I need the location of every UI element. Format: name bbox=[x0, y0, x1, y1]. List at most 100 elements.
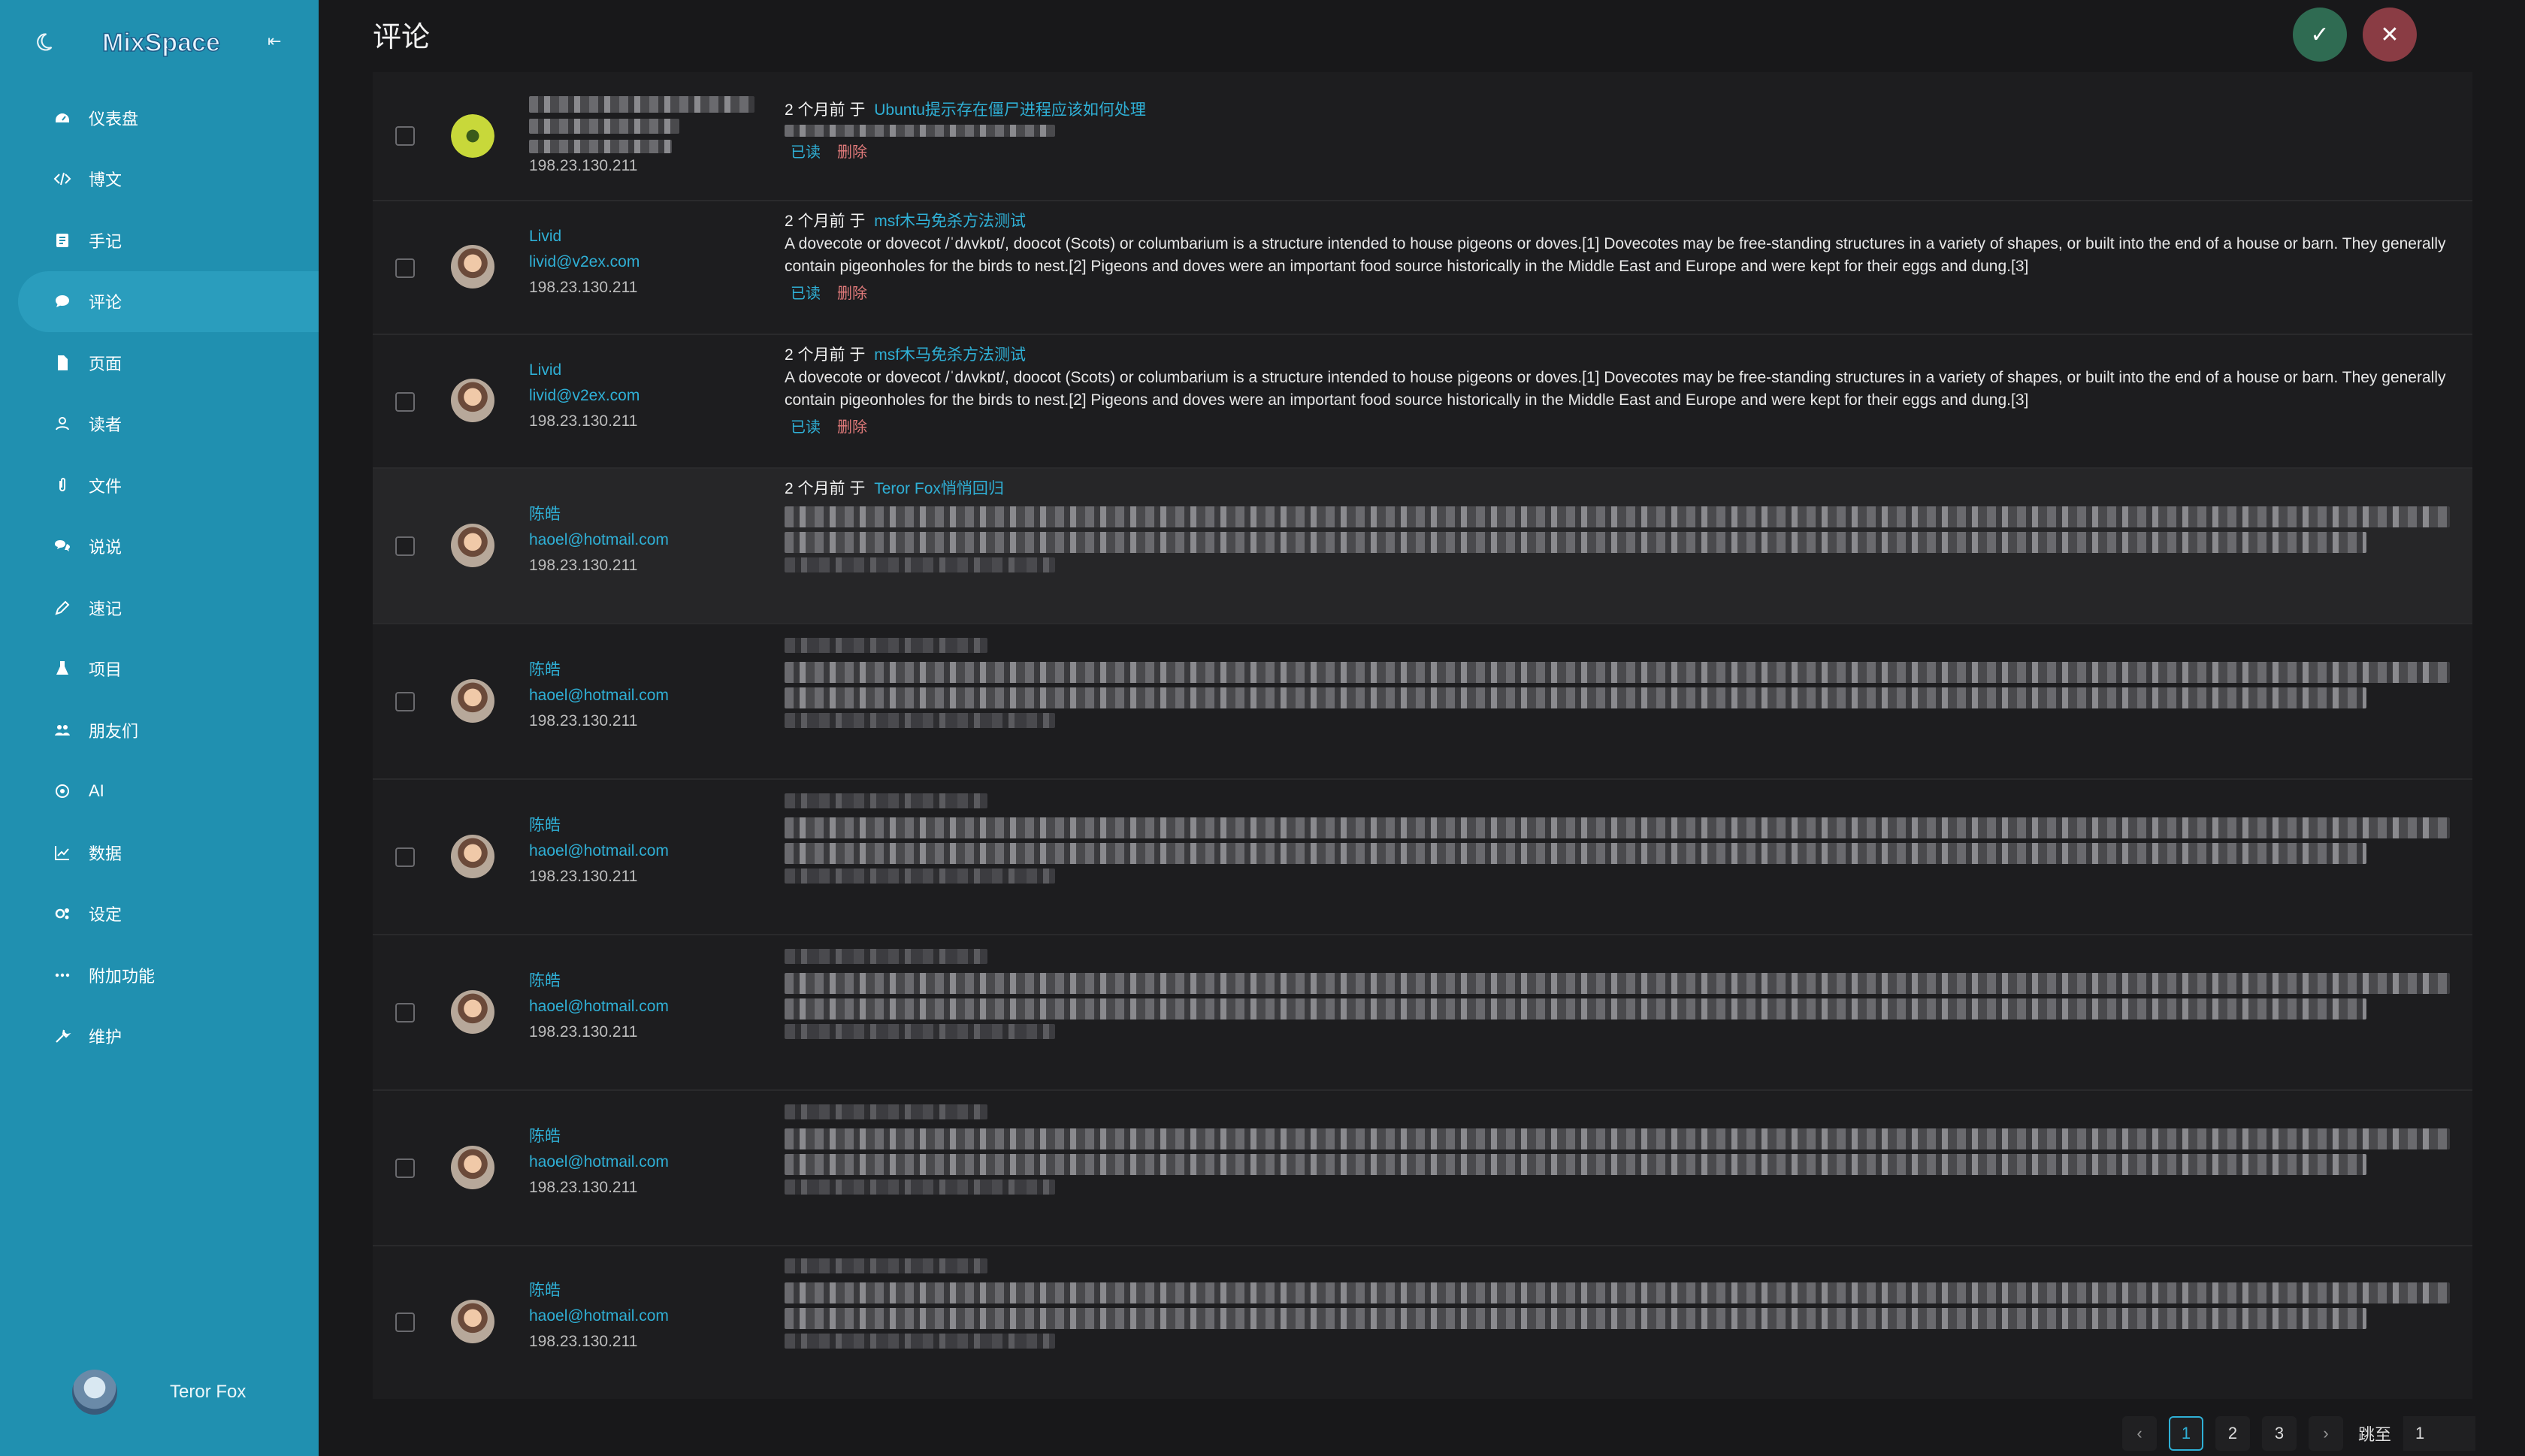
comment-text-redacted bbox=[785, 687, 2367, 708]
author-email[interactable]: haoel@hotmail.com bbox=[529, 683, 669, 708]
mark-read-button[interactable]: 已读 bbox=[791, 419, 821, 436]
mark-read-button[interactable]: 已读 bbox=[791, 285, 821, 302]
wrench-icon bbox=[53, 1026, 72, 1046]
author-name[interactable]: 陈皓 bbox=[529, 657, 669, 683]
comment-content: 2 个月前 于 msf木马免杀方法测试 A dovecote or doveco… bbox=[785, 210, 2450, 305]
comment-list: 198.23.130.211 2 个月前 于 Ubuntu提示存在僵尸进程应该如… bbox=[373, 72, 2472, 1399]
sidebar-nav: 仪表盘 博文 手记 评论 页面 读者 文件 说说 速记 项目 朋友们 AI 数据… bbox=[18, 87, 319, 1067]
sidebar-item-label: 文件 bbox=[89, 476, 122, 496]
sidebar-item-readers[interactable]: 读者 bbox=[18, 394, 319, 455]
sidebar-item-data[interactable]: 数据 bbox=[18, 822, 319, 884]
author-email[interactable]: haoel@hotmail.com bbox=[529, 1303, 669, 1329]
row-checkbox[interactable] bbox=[395, 847, 415, 867]
sidebar-item-label: AI bbox=[89, 781, 104, 801]
comment-post-link[interactable]: msf木马免杀方法测试 bbox=[874, 346, 1026, 364]
sidebar-item-dashboard[interactable]: 仪表盘 bbox=[18, 87, 319, 149]
jump-input[interactable] bbox=[2403, 1416, 2476, 1451]
delete-button[interactable]: 删除 bbox=[837, 419, 867, 436]
comment-header-redacted bbox=[785, 793, 987, 808]
comment-header-redacted bbox=[785, 1104, 987, 1119]
author-email[interactable]: haoel@hotmail.com bbox=[529, 1149, 669, 1175]
flask-icon bbox=[53, 659, 72, 678]
collapse-sidebar-icon[interactable]: ⇤ bbox=[268, 33, 284, 50]
comment-post-link[interactable]: msf木马免杀方法测试 bbox=[874, 213, 1026, 230]
sidebar-item-label: 手记 bbox=[89, 231, 122, 251]
sidebar-item-notes[interactable]: 手记 bbox=[18, 210, 319, 271]
sidebar-item-projects[interactable]: 项目 bbox=[18, 639, 319, 700]
sidebar-item-friends[interactable]: 朋友们 bbox=[18, 699, 319, 761]
sidebar-item-files[interactable]: 文件 bbox=[18, 455, 319, 516]
author-name[interactable]: Livid bbox=[529, 224, 640, 249]
delete-button[interactable]: 删除 bbox=[837, 144, 867, 161]
sidebar-item-recent[interactable]: 速记 bbox=[18, 577, 319, 639]
prev-page-button[interactable]: ‹ bbox=[2122, 1416, 2157, 1451]
author-email[interactable]: livid@v2ex.com bbox=[529, 249, 640, 275]
sidebar-item-posts[interactable]: 博文 bbox=[18, 149, 319, 210]
avatar bbox=[451, 679, 494, 723]
sidebar-item-maintenance[interactable]: 维护 bbox=[18, 1006, 319, 1068]
sidebar-item-label: 评论 bbox=[89, 293, 122, 313]
dashboard-icon bbox=[53, 108, 72, 128]
sidebar-item-pages[interactable]: 页面 bbox=[18, 332, 319, 394]
chevron-left-icon: ‹ bbox=[2136, 1424, 2142, 1442]
comment-post-link[interactable]: Ubuntu提示存在僵尸进程应该如何处理 bbox=[874, 101, 1146, 119]
author-email[interactable]: haoel@hotmail.com bbox=[529, 838, 669, 864]
comment-row: 陈皓 haoel@hotmail.com 198.23.130.211 bbox=[373, 624, 2472, 780]
comment-row: 陈皓 haoel@hotmail.com 198.23.130.211 bbox=[373, 1246, 2472, 1399]
comment-header-redacted bbox=[785, 1258, 987, 1273]
author-name[interactable]: Livid bbox=[529, 358, 640, 383]
cancel-button[interactable]: ✕ bbox=[2363, 8, 2417, 62]
page-button-3[interactable]: 3 bbox=[2262, 1416, 2297, 1451]
author-name[interactable]: 陈皓 bbox=[529, 968, 669, 994]
page-button-1[interactable]: 1 bbox=[2169, 1416, 2203, 1451]
avatar bbox=[451, 1146, 494, 1189]
confirm-button[interactable]: ✓ bbox=[2293, 8, 2347, 62]
author-name[interactable]: 陈皓 bbox=[529, 1278, 669, 1303]
comment-header-redacted bbox=[785, 638, 987, 653]
page-icon bbox=[53, 353, 72, 373]
sidebar-item-extras[interactable]: 附加功能 bbox=[18, 944, 319, 1006]
row-checkbox[interactable] bbox=[395, 258, 415, 278]
ai-icon bbox=[53, 781, 72, 801]
sidebar-item-ai[interactable]: AI bbox=[18, 761, 319, 823]
row-checkbox[interactable] bbox=[395, 1003, 415, 1023]
author-name[interactable]: 陈皓 bbox=[529, 813, 669, 838]
page-button-2[interactable]: 2 bbox=[2215, 1416, 2250, 1451]
sidebar-item-says[interactable]: 说说 bbox=[18, 516, 319, 578]
sidebar: MixSpace ⇤ 仪表盘 博文 手记 评论 页面 读者 文件 说说 速记 项… bbox=[0, 0, 319, 1456]
next-page-button[interactable]: › bbox=[2309, 1416, 2343, 1451]
comment-row: 198.23.130.211 2 个月前 于 Ubuntu提示存在僵尸进程应该如… bbox=[373, 72, 2472, 201]
author-name[interactable]: 陈皓 bbox=[529, 1124, 669, 1149]
sidebar-item-label: 博文 bbox=[89, 171, 122, 190]
author-ip: 198.23.130.211 bbox=[529, 1179, 638, 1196]
mark-read-button[interactable]: 已读 bbox=[791, 144, 821, 161]
author-email[interactable]: haoel@hotmail.com bbox=[529, 994, 669, 1020]
moon-icon[interactable] bbox=[33, 32, 54, 53]
author-name[interactable]: 陈皓 bbox=[529, 502, 669, 527]
comment-author: 陈皓 haoel@hotmail.com 198.23.130.211 bbox=[529, 657, 669, 734]
comment-actions: 已读 删除 bbox=[785, 282, 2450, 305]
comment-post-link[interactable]: Teror Fox悄悄回归 bbox=[874, 480, 1004, 497]
sidebar-item-settings[interactable]: 设定 bbox=[18, 884, 319, 945]
row-checkbox[interactable] bbox=[395, 126, 415, 146]
row-checkbox[interactable] bbox=[395, 1313, 415, 1332]
author-email[interactable]: haoel@hotmail.com bbox=[529, 527, 669, 553]
comment-text-redacted bbox=[785, 817, 2450, 838]
comment-actions: 已读 删除 bbox=[785, 141, 2450, 164]
paperclip-icon bbox=[53, 476, 72, 495]
chat-icon bbox=[53, 536, 72, 556]
comment-author: 陈皓 haoel@hotmail.com 198.23.130.211 bbox=[529, 813, 669, 890]
comment-on: 于 bbox=[849, 346, 866, 364]
row-checkbox[interactable] bbox=[395, 536, 415, 556]
sidebar-item-comments[interactable]: 评论 bbox=[18, 270, 319, 332]
author-email[interactable]: livid@v2ex.com bbox=[529, 383, 640, 409]
delete-button[interactable]: 删除 bbox=[837, 285, 867, 302]
sidebar-item-label: 说说 bbox=[89, 538, 122, 557]
sidebar-header: MixSpace ⇤ bbox=[0, 0, 319, 84]
row-checkbox[interactable] bbox=[395, 692, 415, 711]
row-checkbox[interactable] bbox=[395, 392, 415, 412]
pagination: ‹ 1 2 3 › 跳至 bbox=[2122, 1415, 2476, 1451]
row-checkbox[interactable] bbox=[395, 1158, 415, 1178]
comment-text-redacted bbox=[785, 998, 2367, 1020]
sidebar-user[interactable]: Teror Fox bbox=[72, 1369, 298, 1415]
